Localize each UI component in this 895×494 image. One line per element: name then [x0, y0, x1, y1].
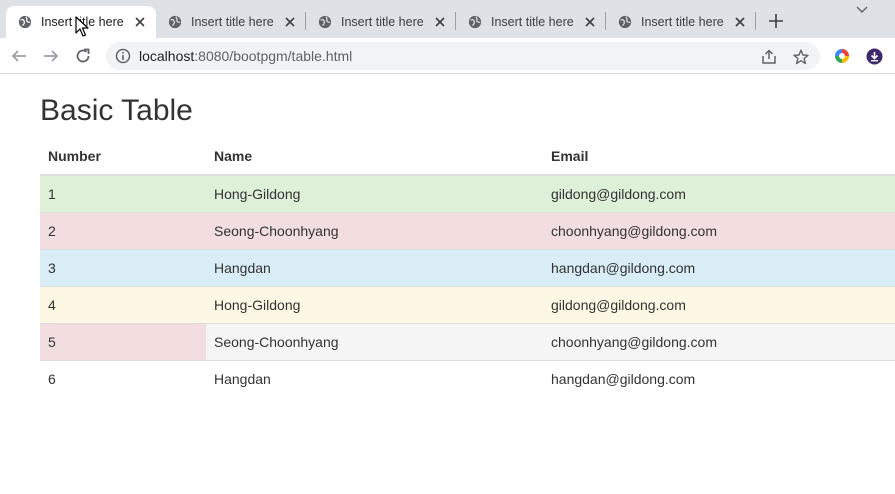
info-icon[interactable]	[115, 48, 131, 64]
table-row: 2 Seong-Choonhyang choonhyang@gildong.co…	[40, 211, 895, 249]
browser-toolbar: localhost:8080/bootpgm/table.html	[0, 38, 895, 74]
table-row: 3 Hangdan hangdan@gildong.com	[40, 248, 895, 286]
url-host: localhost	[139, 48, 195, 64]
tab-strip: Insert title here Insert title here Inse…	[0, 0, 895, 38]
cell-name: Hangdan	[206, 248, 543, 286]
cell-email: choonhyang@gildong.com	[543, 322, 895, 360]
close-icon[interactable]	[282, 14, 298, 30]
address-bar[interactable]: localhost:8080/bootpgm/table.html	[106, 42, 820, 70]
close-icon[interactable]	[582, 14, 598, 30]
globe-icon	[168, 15, 182, 29]
close-icon[interactable]	[432, 14, 448, 30]
download-icon[interactable]	[865, 47, 883, 65]
cell-name: Seong-Choonhyang	[206, 322, 543, 360]
tab-title: Insert title here	[191, 15, 274, 29]
table-row: 4 Hong-Gildong gildong@gildong.com	[40, 285, 895, 323]
header-email: Email	[543, 138, 895, 176]
cell-name: Hong-Gildong	[214, 185, 301, 202]
basic-table: Number Name Email 1 Hong-Gildong gildong…	[40, 138, 895, 397]
tab-separator	[755, 12, 756, 30]
globe-icon	[318, 15, 332, 29]
tab-2[interactable]: Insert title here	[156, 6, 306, 38]
cell-name: Hangdan	[206, 359, 543, 397]
cell-name: Seong-Choonhyang	[206, 211, 543, 249]
cell-email: gildong@gildong.com	[551, 185, 686, 202]
cell-email: gildong@gildong.com	[543, 285, 895, 323]
arrow-left-icon[interactable]	[8, 45, 30, 67]
color-extension-icon[interactable]	[833, 47, 851, 65]
globe-icon	[468, 15, 482, 29]
cell-email: choonhyang@gildong.com	[543, 211, 895, 249]
cell-number: 4	[40, 285, 206, 323]
tab-5[interactable]: Insert title here	[606, 6, 756, 38]
cell-number: 3	[40, 248, 206, 286]
url-text[interactable]: localhost:8080/bootpgm/table.html	[139, 48, 352, 64]
table-row: 1 Hong-Gildong gildong@gildong.com	[40, 175, 895, 212]
cell-name: Hong-Gildong	[206, 285, 543, 323]
share-icon[interactable]	[760, 48, 778, 66]
cell-number: 2	[40, 211, 206, 249]
mouse-cursor-icon	[75, 16, 89, 37]
cell-number: 6	[40, 359, 206, 397]
url-path: :8080/bootpgm/table.html	[194, 48, 353, 64]
header-number: Number	[40, 138, 206, 176]
cell-email: hangdan@gildong.com	[543, 248, 895, 286]
cell-number: 5	[40, 322, 206, 360]
close-icon[interactable]	[132, 14, 148, 30]
tab-title: Insert title here	[341, 15, 424, 29]
globe-icon	[618, 15, 632, 29]
tab-3[interactable]: Insert title here	[306, 6, 456, 38]
tab-4[interactable]: Insert title here	[456, 6, 606, 38]
table-header-row: Number Name Email	[40, 138, 895, 176]
star-icon[interactable]	[792, 48, 810, 66]
reload-icon[interactable]	[72, 45, 94, 67]
table-row: 5 Seong-Choonhyang choonhyang@gildong.co…	[40, 322, 895, 360]
chevron-down-icon[interactable]	[853, 2, 871, 18]
plus-icon[interactable]	[765, 10, 787, 32]
tab-title: Insert title here	[491, 15, 574, 29]
close-icon[interactable]	[732, 14, 748, 30]
header-name: Name	[206, 138, 543, 176]
globe-icon	[18, 15, 32, 29]
arrow-right-icon[interactable]	[40, 45, 62, 67]
tab-title: Insert title here	[641, 15, 724, 29]
cell-email: hangdan@gildong.com	[543, 359, 895, 397]
page-title: Basic Table	[40, 94, 193, 127]
cell-number: 1	[48, 185, 56, 202]
page-content: Basic Table Number Name Email 1 Hong-Gil…	[0, 75, 895, 494]
table-row: 6 Hangdan hangdan@gildong.com	[40, 359, 895, 397]
